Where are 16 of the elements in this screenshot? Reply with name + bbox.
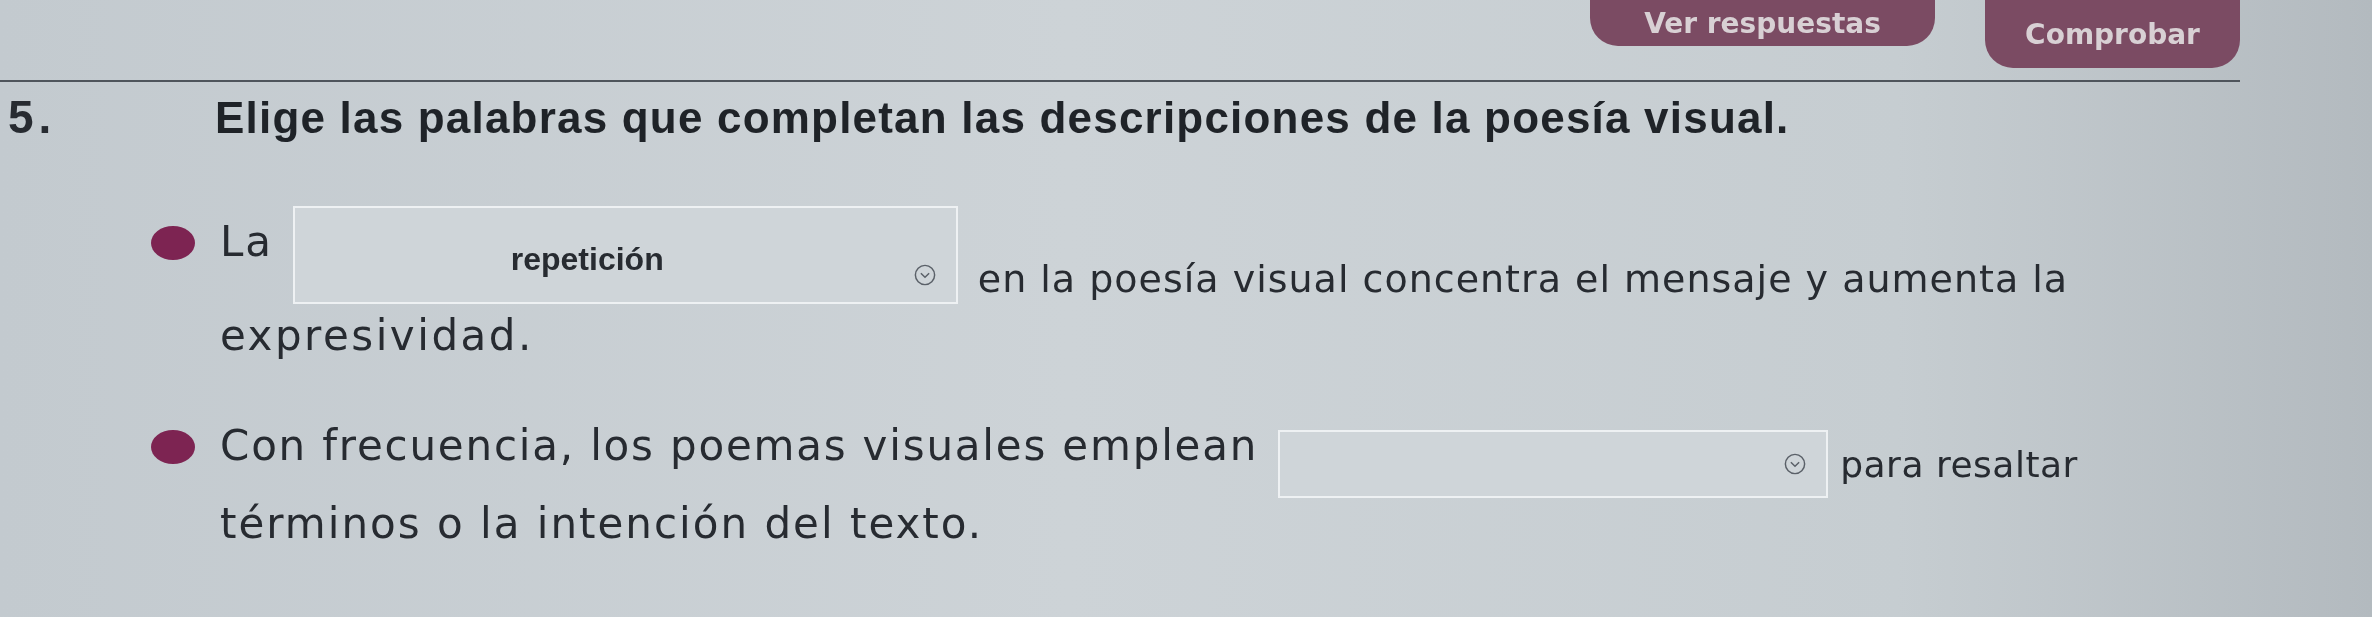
sentence-text: para resaltar — [1840, 444, 2078, 486]
sentence-text: términos o la intención del texto. — [220, 500, 984, 548]
sentence-text: expresividad. — [220, 312, 534, 360]
question-number: 5. — [7, 90, 57, 144]
bullet-icon — [151, 430, 195, 464]
answer-dropdown[interactable] — [1278, 430, 1829, 498]
sentence-text: en la poesía visual concentra el mensaje y aumenta la — [977, 258, 2069, 300]
question-prompt: Elige las palabras que completan las descripciones de la poesía visual. — [215, 93, 1790, 143]
bullet-icon — [151, 226, 195, 260]
sentence-text: La — [220, 218, 273, 266]
chevron-down-icon — [1784, 453, 1807, 475]
chevron-down-icon — [913, 264, 936, 286]
answer-dropdown[interactable]: repetición — [292, 206, 958, 304]
check-button[interactable]: Comprobar — [1985, 0, 2240, 68]
show-answers-button[interactable]: Ver respuestas — [1590, 0, 1935, 46]
sentence-text: Con frecuencia, los poemas visuales emplean — [220, 422, 1259, 470]
